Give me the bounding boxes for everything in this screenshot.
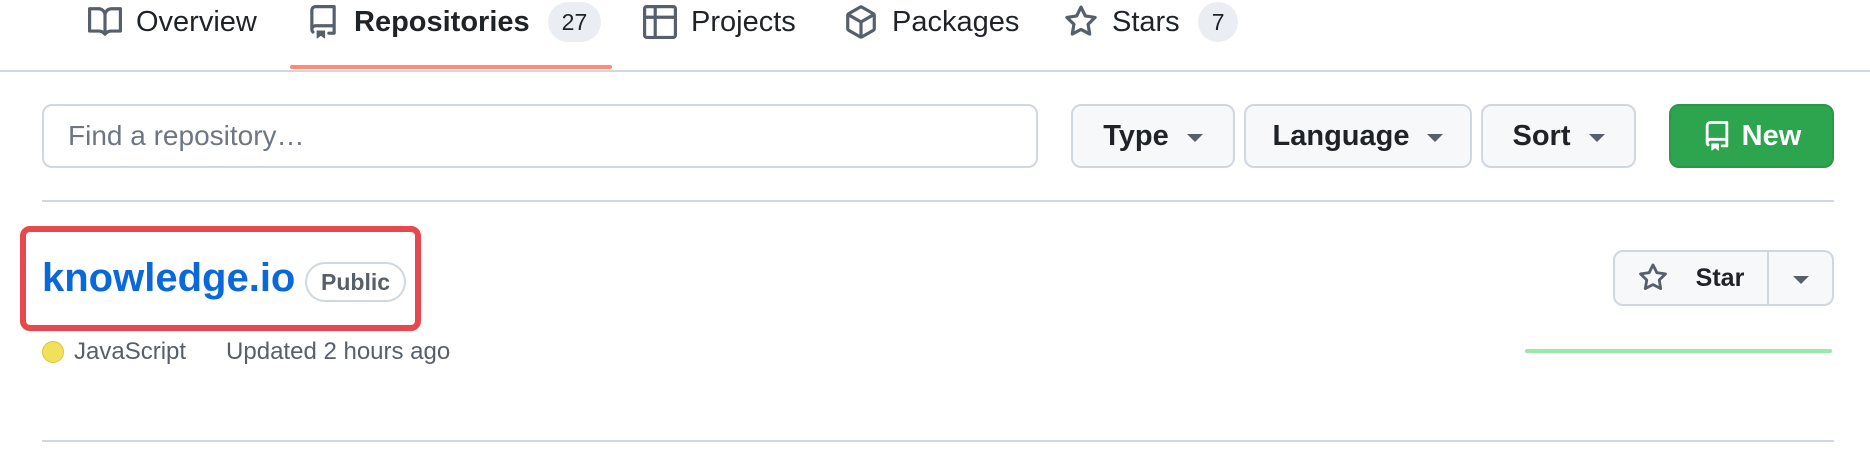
tab-stars[interactable]: Stars 7 <box>1064 0 1239 44</box>
activity-sparkline <box>1525 349 1832 353</box>
star-button-group: Star <box>1613 250 1834 306</box>
type-filter-label: Type <box>1103 119 1169 152</box>
star-list-dropdown-button[interactable] <box>1769 252 1832 304</box>
new-repository-button[interactable]: New <box>1669 104 1834 168</box>
visibility-badge: Public <box>305 262 407 302</box>
tab-projects-label: Projects <box>691 5 796 38</box>
repo-meta: JavaScript Updated 2 hours ago <box>42 338 450 366</box>
package-icon <box>846 5 876 39</box>
star-icon <box>1065 5 1097 36</box>
new-button-label: New <box>1741 119 1802 152</box>
repo-icon <box>1705 121 1728 151</box>
repo-updated-time: Updated 2 hours ago <box>226 338 451 365</box>
repo-name-link[interactable]: knowledge.io <box>42 256 295 301</box>
sort-label: Sort <box>1512 119 1571 152</box>
repo-language: JavaScript <box>74 338 187 365</box>
language-filter-button[interactable]: Language <box>1244 104 1472 168</box>
language-color-dot <box>42 341 64 363</box>
tab-overview-label: Overview <box>136 5 257 38</box>
caret-down-icon <box>1588 134 1605 142</box>
tab-projects[interactable]: Projects <box>643 0 796 44</box>
toolbar-divider <box>42 200 1834 202</box>
caret-down-icon <box>1186 134 1203 142</box>
repo-icon <box>310 5 336 39</box>
tab-overview[interactable]: Overview <box>88 0 257 44</box>
tab-packages[interactable]: Packages <box>844 0 1019 44</box>
profile-tabs: Overview Repositories 27 Projects Packag… <box>0 0 1870 72</box>
star-button-label: Star <box>1695 263 1745 292</box>
caret-down-icon <box>1427 134 1444 142</box>
language-filter-label: Language <box>1272 119 1410 152</box>
book-icon <box>88 7 122 36</box>
caret-down-icon <box>1792 276 1809 284</box>
table-icon <box>643 5 677 39</box>
type-filter-button[interactable]: Type <box>1071 104 1235 168</box>
selected-tab-underline <box>290 65 612 69</box>
star-icon <box>1638 263 1667 291</box>
stars-count-badge: 7 <box>1197 2 1239 42</box>
sort-button[interactable]: Sort <box>1481 104 1636 168</box>
tab-stars-label: Stars <box>1112 5 1180 38</box>
tab-repositories[interactable]: Repositories 27 <box>306 0 602 44</box>
find-repository-input[interactable] <box>42 104 1038 168</box>
star-button[interactable]: Star <box>1615 252 1769 304</box>
tab-packages-label: Packages <box>892 5 1020 38</box>
tab-repositories-label: Repositories <box>354 5 530 38</box>
repo-list-divider <box>42 440 1834 442</box>
repositories-count-badge: 27 <box>547 2 602 42</box>
